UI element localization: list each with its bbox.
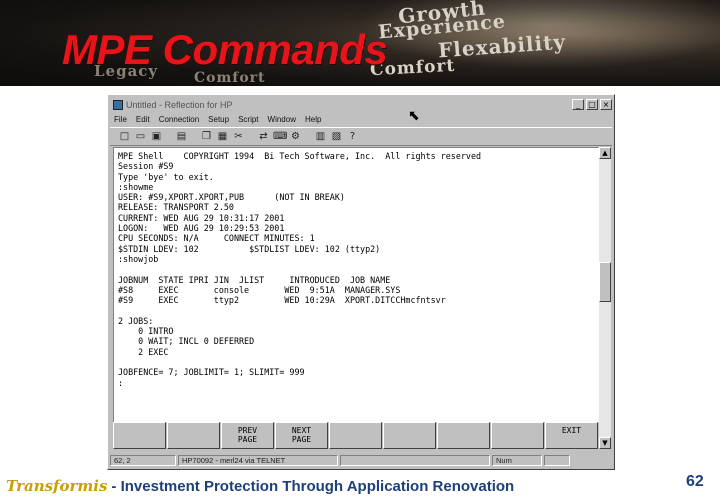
terminal-line: 0 INTRO [118,326,174,337]
terminal-output: MPE Shell COPYRIGHT 1994 Bi Tech Softwar… [118,151,481,388]
vertical-scrollbar[interactable]: ▲ ▼ [599,147,611,449]
status-bar: 62, 2 HP70092 - merl24 via TELNET Num [110,455,612,467]
function-key-f1[interactable] [113,422,166,449]
terminal-line: CPU SECONDS: N/A CONNECT MINUTES: 1 [118,233,315,244]
status-empty [340,455,490,466]
terminal-line: MPE Shell COPYRIGHT 1994 Bi Tech Softwar… [118,151,482,161]
window-titlebar[interactable]: Untitled - Reflection for HP _ □ × [110,97,612,112]
function-key-f8[interactable] [491,422,544,449]
disconnect-icon[interactable]: ⇄ [257,130,270,143]
scroll-down-button[interactable]: ▼ [599,437,611,449]
print-icon[interactable]: ▤ [175,130,188,143]
new-icon[interactable]: □ [118,130,131,143]
terminal-line: #S8 EXEC console WED 9:51A MANAGER.SYS [118,284,401,295]
scroll-thumb[interactable] [599,262,611,302]
terminal-screen[interactable]: MPE Shell COPYRIGHT 1994 Bi Tech Softwar… [113,147,599,449]
function-key-f6[interactable] [383,422,436,449]
function-key-f7[interactable] [437,422,490,449]
terminal-line: Session #S9 [118,161,174,172]
menu-help[interactable]: Help [305,113,321,126]
terminal-line: : [118,377,124,388]
function-keys-icon[interactable]: ▥ [314,130,327,143]
function-key-prev-page[interactable]: PREV PAGE [221,422,274,449]
slide-banner: Growth Experience Flexability Comfort Le… [0,0,720,86]
scroll-up-button[interactable]: ▲ [599,147,611,159]
window-title: Untitled - Reflection for HP [126,99,233,110]
menu-window[interactable]: Window [268,113,296,126]
save-icon[interactable]: ▣ [150,130,163,143]
paste-icon[interactable]: ▦ [216,130,229,143]
close-button[interactable]: × [600,99,612,110]
function-key-f5[interactable] [329,422,382,449]
function-key-bar: PREV PAGE NEXT PAGE EXIT [113,422,599,450]
terminal-line: 0 WAIT; INCL 0 DEFERRED [118,336,255,347]
status-num-lock: Num [492,455,542,466]
menu-connection[interactable]: Connection [159,113,199,126]
terminal-line: 2 JOBS: [118,315,154,326]
footer-text: - Investment Protection Through Applicat… [111,478,515,495]
reflection-window: Untitled - Reflection for HP _ □ × File … [107,94,615,470]
function-key-exit[interactable]: EXIT [545,422,598,449]
properties-icon[interactable]: ▧ [330,130,343,143]
user-keys-icon[interactable]: ⌨ [273,130,287,143]
function-key-f2[interactable] [167,422,220,449]
help-icon[interactable]: ? [346,130,359,143]
copy-icon[interactable]: ❐ [200,130,213,143]
status-empty-2 [544,455,570,466]
cut-icon[interactable]: ✂ [232,130,245,143]
slide-title: MPE Commands [62,26,388,73]
toolbar: □ ▭ ▣ ▤ ❐ ▦ ✂ ⇄ ⌨ ⚙ ▥ ▧ ? [110,127,612,146]
terminal-line: :showjob [118,253,159,264]
terminal-line: RELEASE: TRANSPORT 2.50 [118,202,234,213]
terminal-line: USER: #S9,XPORT.XPORT,PUB (NOT IN BREAK) [118,192,345,203]
terminal-line: :showme [118,181,154,192]
terminal-line: CURRENT: WED AUG 29 10:31:17 2001 [118,212,285,223]
status-cursor-position: 62, 2 [110,455,176,466]
minimize-button[interactable]: _ [572,99,584,110]
mouse-pointer-icon: ⬉ [408,108,420,124]
footer-logo: Transformis [6,477,108,495]
status-connection: HP70092 - merl24 via TELNET [178,455,338,466]
terminal-line: JOBNUM STATE IPRI JIN JLIST INTRODUCED J… [118,274,391,285]
slide-footer: Transformis - Investment Protection Throu… [6,477,514,495]
toolbar-separator [305,130,311,143]
menu-bar: File Edit Connection Setup Script Window… [110,113,612,126]
toolbar-separator [248,130,254,143]
terminal-line: 2 EXEC [118,346,169,357]
terminal-line: #S9 EXEC ttyp2 WED 10:29A XPORT.DITCCHmc… [118,295,446,306]
setup-icon[interactable]: ⚙ [289,130,302,143]
terminal-line: JOBFENCE= 7; JOBLIMIT= 1; SLIMIT= 999 [118,367,305,378]
terminal-line: Type 'bye' to exit. [118,171,214,182]
maximize-button[interactable]: □ [586,99,598,110]
menu-setup[interactable]: Setup [208,113,229,126]
menu-script[interactable]: Script [238,113,258,126]
open-icon[interactable]: ▭ [134,130,147,143]
menu-file[interactable]: File [114,113,127,126]
menu-edit[interactable]: Edit [136,113,150,126]
toolbar-separator [166,130,172,143]
page-number: 62 [686,473,704,490]
terminal-line: LOGON: WED AUG 29 10:29:53 2001 [118,223,285,234]
function-key-next-page[interactable]: NEXT PAGE [275,422,328,449]
app-icon[interactable] [113,99,123,110]
terminal-line: $STDIN LDEV: 102 $STDLIST LDEV: 102 (tty… [118,243,381,254]
toolbar-separator [191,130,197,143]
